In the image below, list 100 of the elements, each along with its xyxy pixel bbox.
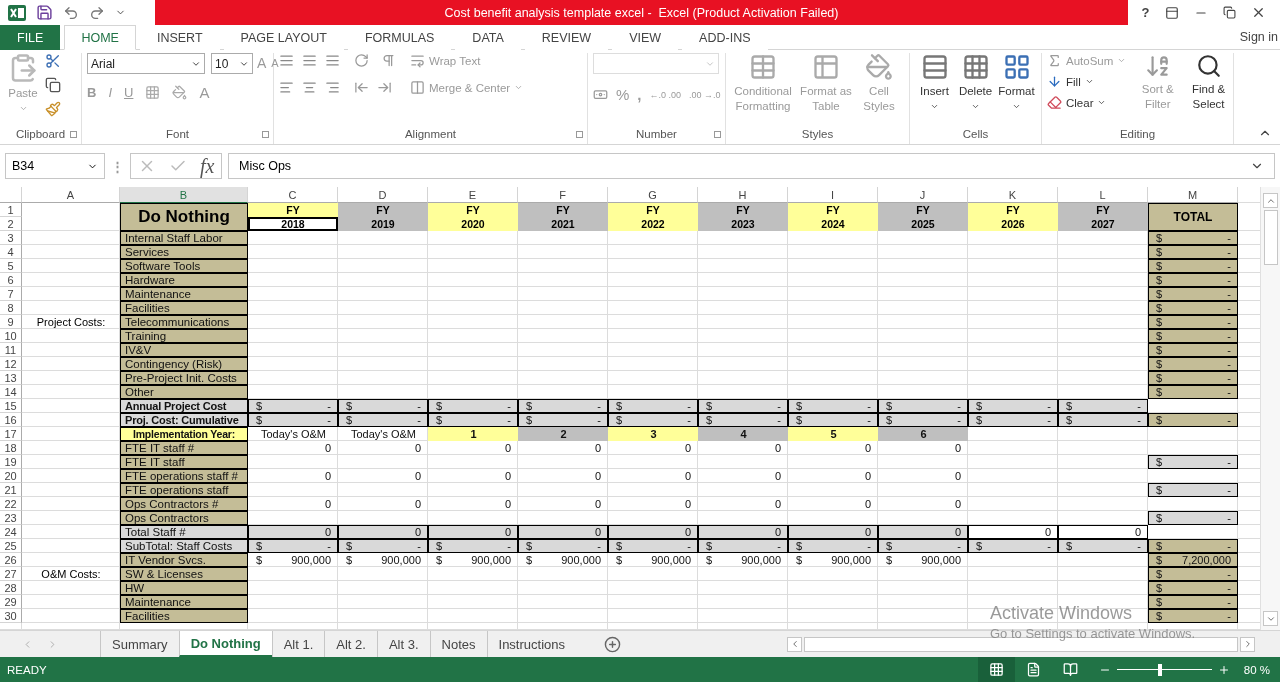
zoom-in-icon[interactable] [1217, 663, 1230, 676]
arrow-right-icon[interactable] [377, 80, 392, 95]
align-middle-icon[interactable] [302, 53, 317, 68]
grid-icon[interactable] [1002, 53, 1031, 81]
table-cell: 1 [428, 427, 518, 441]
cell-value: - [957, 400, 961, 412]
row-label: Facilities [120, 301, 248, 315]
column-header[interactable]: M [1148, 187, 1238, 203]
align-bottom-icon[interactable] [325, 53, 340, 68]
find-select-button[interactable]: Find & Select [1189, 53, 1228, 112]
align-left-icon[interactable] [279, 80, 294, 95]
table-cell-text: 0 [503, 441, 512, 455]
row-number: 23 [0, 511, 22, 525]
save-icon[interactable] [36, 4, 53, 21]
eraser-icon[interactable] [1047, 95, 1062, 110]
arrow-left-icon[interactable] [354, 80, 369, 95]
cells-button[interactable]: Format [997, 53, 1036, 111]
table-cell: 2018 [248, 217, 338, 231]
table-cell-text: 0 [323, 497, 332, 511]
paint-bucket-icon[interactable] [172, 85, 188, 100]
table-cell-text: 0 [593, 497, 602, 511]
column-header[interactable]: L [1058, 187, 1148, 203]
ribbon-tab[interactable]: FILE [0, 25, 61, 50]
align-right-icon[interactable] [325, 80, 340, 95]
cells-button[interactable]: Delete [956, 53, 995, 111]
currency-sign: $ [1156, 596, 1163, 608]
redo-icon[interactable] [89, 4, 105, 21]
table-cell: FY [1058, 203, 1148, 217]
column-header[interactable]: A [22, 187, 120, 203]
column-header[interactable]: G [608, 187, 698, 203]
spreadsheet-logo-icon[interactable] [8, 3, 26, 22]
cell-value: - [1227, 414, 1231, 426]
table-cell-text: 0 [503, 469, 512, 483]
currency-sign: $ [1156, 554, 1163, 566]
undo-icon[interactable] [63, 4, 79, 21]
copy-icon[interactable] [45, 77, 61, 93]
align-center-icon[interactable] [302, 80, 317, 95]
insert-function-button[interactable]: fx [199, 154, 215, 178]
cells-button[interactable]: Insert [915, 53, 954, 111]
column-header[interactable]: D [338, 187, 428, 203]
arrow-down-icon[interactable] [1047, 74, 1062, 89]
cell-value: - [597, 540, 601, 552]
dialog-launcher-icon[interactable] [714, 131, 721, 138]
ribbon-display-icon[interactable] [1164, 5, 1179, 20]
vertical-scrollbar[interactable] [1260, 187, 1280, 630]
column-header[interactable]: J [878, 187, 968, 203]
sign-in-link[interactable]: Sign in [1239, 30, 1280, 44]
scrollbar-thumb[interactable] [1263, 210, 1278, 265]
dialog-launcher-icon[interactable] [262, 131, 269, 138]
dialog-launcher-icon[interactable] [576, 131, 583, 138]
ribbon-tab[interactable]: HOME [64, 25, 136, 50]
book-icon[interactable] [1062, 662, 1078, 677]
table-cell: 2021 [518, 217, 608, 231]
font-name-field[interactable]: Arial [87, 53, 205, 74]
fill-button[interactable]: Fill [1047, 74, 1094, 89]
column-header[interactable]: H [698, 187, 788, 203]
column-header[interactable]: F [518, 187, 608, 203]
help-button[interactable]: ? [1141, 5, 1150, 20]
caret-icon[interactable] [971, 102, 980, 111]
pilcrow-icon[interactable] [381, 53, 396, 68]
currency-sign: $ [886, 540, 893, 552]
column-header[interactable]: B [120, 187, 248, 203]
rotate-icon[interactable] [354, 53, 369, 68]
search-icon[interactable] [1195, 53, 1222, 79]
grid-icon[interactable] [988, 662, 1004, 677]
row-number: 17 [0, 427, 22, 441]
name-box[interactable]: B34 [5, 153, 105, 179]
page-icon[interactable] [1025, 662, 1041, 677]
rows-icon[interactable] [920, 53, 949, 81]
caret-icon[interactable] [1097, 98, 1107, 107]
sheet-tab[interactable]: Do Nothing [178, 631, 272, 657]
column-header[interactable]: I [788, 187, 878, 203]
section-label: Project Costs: [35, 315, 107, 329]
formula-field[interactable]: Misc Ops [228, 153, 1275, 179]
table-cell: FY [698, 203, 788, 217]
align-top-icon[interactable] [279, 53, 294, 68]
clear-button[interactable]: Clear [1047, 95, 1107, 110]
add-sheet-icon[interactable] [604, 635, 621, 653]
grid-icon[interactable] [961, 53, 990, 81]
column-header[interactable]: C [248, 187, 338, 203]
restore-icon[interactable] [1223, 6, 1237, 19]
column-header[interactable]: E [428, 187, 518, 203]
group-label: Styles [801, 127, 834, 142]
table-cell-text: 0 [593, 441, 602, 455]
section-label: O&M Costs: [40, 567, 102, 581]
banknote-icon[interactable] [593, 87, 608, 102]
caret-icon[interactable] [930, 102, 939, 111]
borders-icon[interactable] [145, 85, 161, 100]
column-header[interactable]: K [968, 187, 1058, 203]
number-format-field[interactable] [593, 53, 719, 74]
slider-thumb[interactable] [1157, 663, 1162, 676]
dialog-launcher-icon[interactable] [70, 131, 77, 138]
font-size-field[interactable]: 10 [211, 53, 253, 74]
view-button[interactable] [977, 657, 1015, 682]
scissors-icon[interactable] [45, 53, 61, 69]
caret-icon[interactable] [1084, 77, 1094, 86]
select-all-button[interactable] [0, 187, 22, 203]
paintbrush-icon[interactable] [45, 101, 61, 117]
caret-icon[interactable] [1012, 102, 1021, 111]
currency-sign: $ [616, 414, 623, 426]
